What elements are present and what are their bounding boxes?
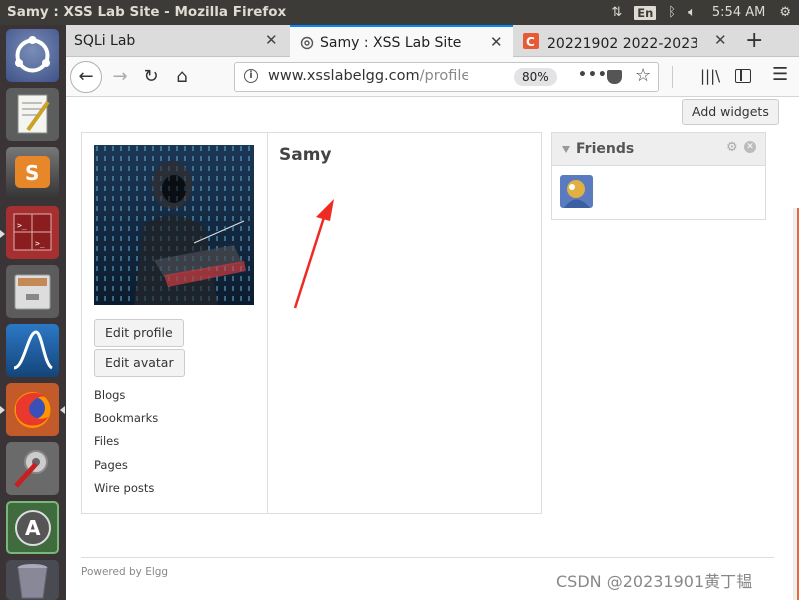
system-menu-gear-icon[interactable]: ⚙: [779, 5, 791, 20]
svg-text:>_: >_: [17, 221, 27, 230]
ubuntu-logo-icon[interactable]: [6, 29, 59, 82]
text-editor-icon[interactable]: [6, 88, 59, 141]
keyboard-language-indicator[interactable]: En: [634, 5, 657, 20]
navigation-toolbar: ← → ↻ ⌂ i www.xsslabelgg.com/profile/s 8…: [66, 57, 799, 97]
profile-avatar-image[interactable]: [94, 145, 254, 305]
sublime-text-icon[interactable]: S: [6, 147, 59, 200]
csdn-favicon-icon: C: [523, 33, 539, 49]
system-top-bar: Samy : XSS Lab Site - Mozilla Firefox ⇅ …: [0, 0, 799, 25]
at-sign-favicon-icon: [300, 36, 314, 50]
clock[interactable]: 5:54 AM: [712, 5, 765, 20]
friends-widget-title: Friends: [576, 141, 635, 157]
close-tab-icon[interactable]: ✕: [714, 31, 727, 49]
watermark-text: CSDN @20231901黄丁韫: [556, 572, 753, 591]
bookmark-star-icon[interactable]: ☆: [635, 65, 651, 86]
volume-icon[interactable]: 🔈︎: [688, 5, 696, 20]
back-button[interactable]: ←: [70, 61, 102, 93]
tab-csdn-article[interactable]: C 20221902 2022-2023-2《 ✕: [515, 25, 737, 57]
tab-sqli-lab[interactable]: SQLi Lab ✕: [66, 25, 288, 57]
svg-text:S: S: [25, 161, 39, 185]
close-tab-icon[interactable]: ✕: [265, 31, 278, 49]
menu-link-wire-posts[interactable]: Wire posts: [94, 481, 154, 495]
unity-launcher: S >_ >_ A: [0, 25, 66, 600]
widget-settings-gear-icon[interactable]: ⚙: [726, 140, 738, 155]
friends-widget: Friends ⚙ ✕: [551, 132, 766, 220]
tab-samy-xss-lab-site[interactable]: Samy : XSS Lab Site ✕: [290, 25, 513, 58]
window-title: Samy : XSS Lab Site - Mozilla Firefox: [7, 4, 287, 20]
home-button[interactable]: ⌂: [168, 63, 196, 91]
library-icon[interactable]: |||\: [700, 67, 720, 85]
site-info-icon[interactable]: i: [244, 69, 258, 83]
menu-link-pages[interactable]: Pages: [94, 458, 128, 472]
page-content: Add widgets Edit profile Edit avatar Blo…: [66, 98, 799, 600]
system-settings-icon[interactable]: [6, 442, 59, 495]
network-icon[interactable]: ⇅: [611, 5, 622, 20]
new-tab-button[interactable]: +: [745, 28, 763, 53]
menu-link-bookmarks[interactable]: Bookmarks: [94, 411, 158, 425]
forward-button[interactable]: →: [106, 63, 134, 91]
profile-box: Edit profile Edit avatar Blogs Bookmarks…: [81, 132, 542, 514]
profile-owner-block: Edit profile Edit avatar Blogs Bookmarks…: [82, 133, 268, 513]
friend-avatar[interactable]: [560, 175, 593, 208]
system-tray: ⇅ En ᛒ 🔈︎ 5:54 AM ⚙: [599, 0, 799, 25]
trash-icon[interactable]: [6, 560, 59, 600]
close-tab-icon[interactable]: ✕: [490, 33, 503, 51]
collapse-triangle-icon[interactable]: [562, 146, 570, 153]
sidebar-toggle-icon[interactable]: [735, 69, 751, 83]
software-updater-icon[interactable]: A: [6, 501, 59, 554]
pocket-icon[interactable]: [607, 70, 622, 84]
bluetooth-icon[interactable]: ᛒ: [668, 5, 676, 20]
firefox-icon[interactable]: [6, 383, 59, 436]
toolbar-divider: [672, 66, 673, 88]
url-bar[interactable]: i www.xsslabelgg.com/profile/s 80% ••• ☆: [234, 62, 659, 92]
svg-text:A: A: [25, 516, 41, 540]
reload-button[interactable]: ↻: [137, 63, 165, 91]
zoom-level-badge[interactable]: 80%: [514, 68, 557, 86]
terminal-icon[interactable]: >_ >_: [6, 206, 59, 259]
annotation-arrow: [293, 199, 334, 309]
file-manager-icon[interactable]: [6, 265, 59, 318]
svg-text:C: C: [526, 35, 535, 49]
widget-delete-icon[interactable]: ✕: [744, 141, 756, 153]
profile-name: Samy: [279, 145, 332, 165]
footer-divider: [81, 557, 774, 558]
url-text[interactable]: www.xsslabelgg.com/profile/s: [268, 68, 468, 84]
add-widgets-button[interactable]: Add widgets: [682, 99, 779, 125]
svg-text:>_: >_: [35, 239, 45, 248]
page-actions-ellipsis-icon[interactable]: •••: [578, 67, 608, 83]
wireshark-icon[interactable]: [6, 324, 59, 377]
edit-avatar-button[interactable]: Edit avatar: [94, 349, 185, 377]
friends-widget-header: Friends ⚙ ✕: [552, 133, 765, 166]
menu-link-files[interactable]: Files: [94, 434, 119, 448]
footer-powered-by[interactable]: Powered by Elgg: [81, 566, 168, 578]
menu-link-blogs[interactable]: Blogs: [94, 388, 125, 402]
tab-bar: SQLi Lab ✕ Samy : XSS Lab Site ✕ C 20221…: [66, 25, 799, 58]
edit-profile-button[interactable]: Edit profile: [94, 319, 184, 347]
hamburger-menu-icon[interactable]: ☰: [772, 64, 788, 85]
